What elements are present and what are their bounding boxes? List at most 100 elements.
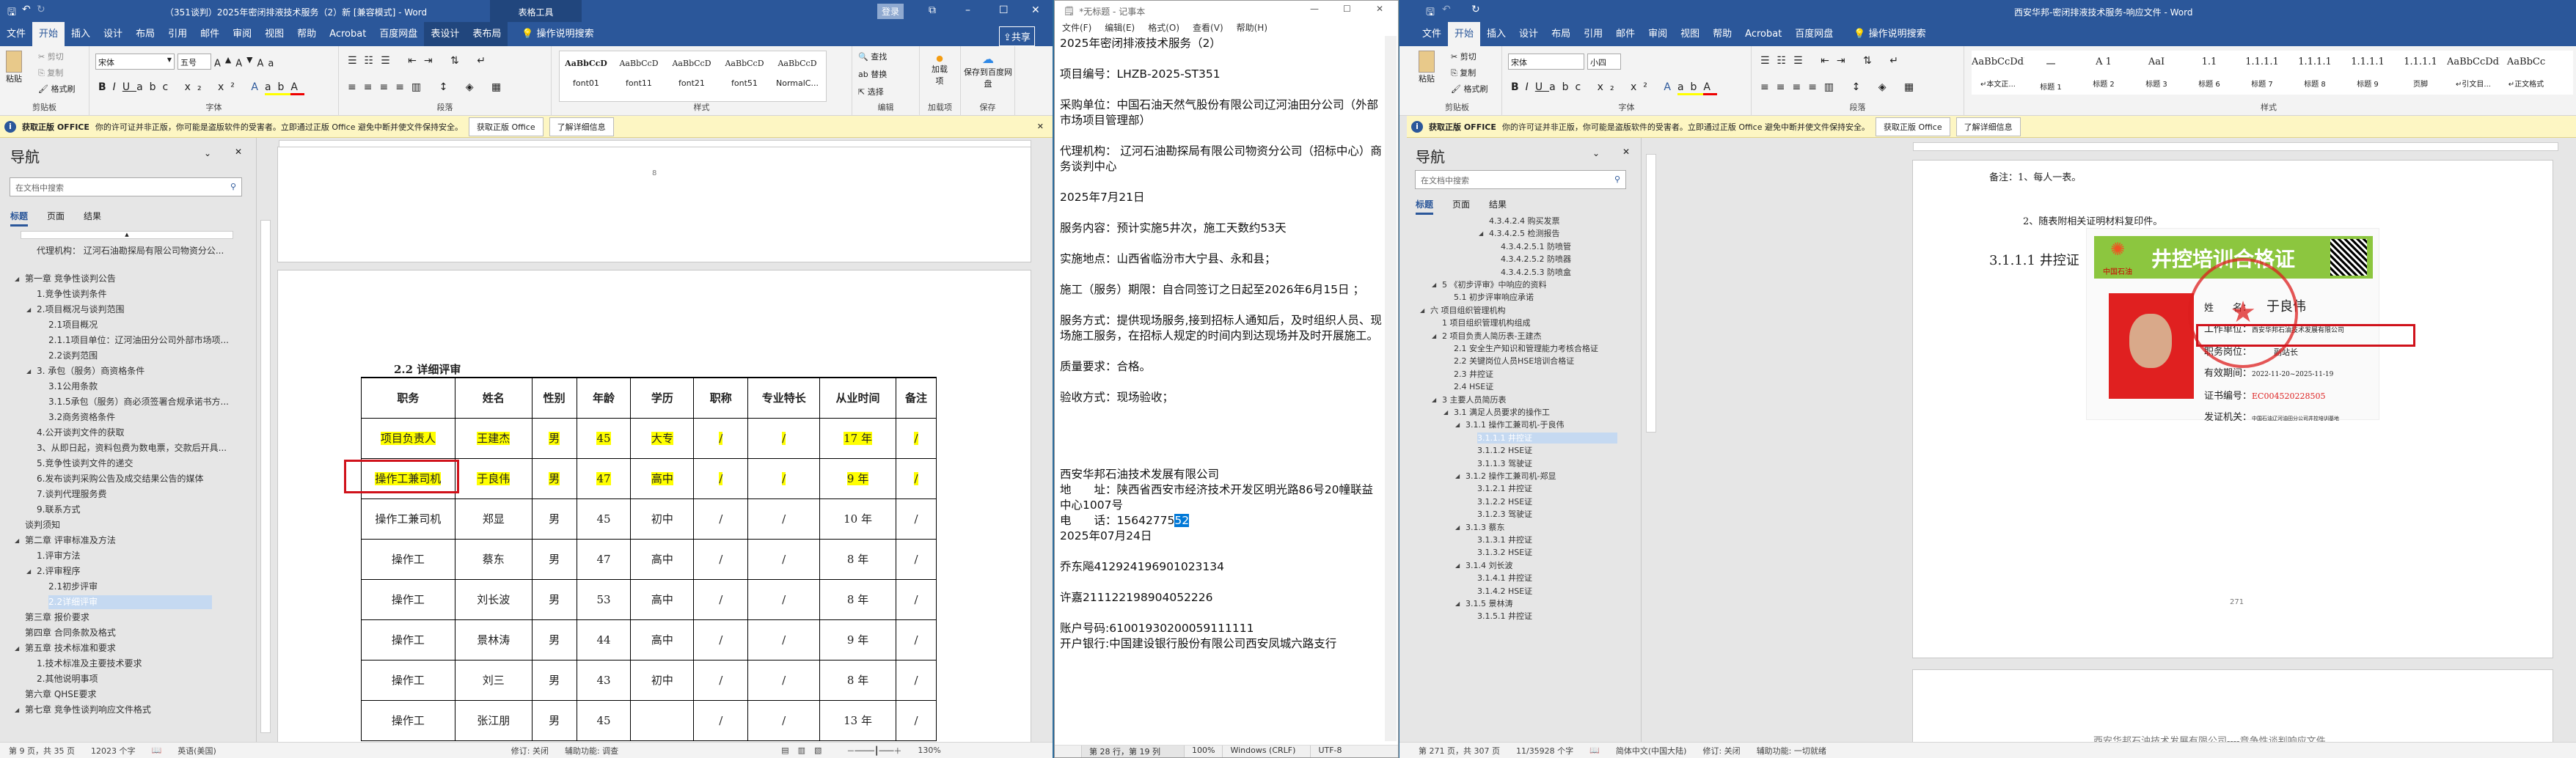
table-cell[interactable]: 操作工 xyxy=(361,659,455,701)
table-cell[interactable]: 17 年 xyxy=(819,417,896,459)
table-cell[interactable]: 9 年 xyxy=(819,619,896,661)
status-word-count[interactable]: 11/35928 个字 xyxy=(1516,745,1573,757)
table-cell[interactable]: 男 xyxy=(531,619,577,661)
nav-heading-item[interactable]: 1.评审方法 xyxy=(37,549,80,563)
nav-heading-item[interactable]: 2.1 安全生产知识和管理能力考核合格证 xyxy=(1454,343,1598,354)
get-genuine-office-button[interactable]: 获取正版 Office xyxy=(469,117,544,136)
nav-heading-item[interactable]: 2.2 关键岗位人员HSE培训合格证 xyxy=(1454,356,1574,367)
expand-triangle-icon[interactable]: ◢ xyxy=(1479,228,1483,239)
tab-13[interactable]: 表布局 xyxy=(466,22,508,46)
table-cell[interactable]: / xyxy=(747,578,821,620)
table-cell[interactable]: / xyxy=(747,457,821,499)
select-button[interactable]: ⇱ 选择 xyxy=(858,86,884,97)
expand-triangle-icon[interactable]: ◢ xyxy=(1455,522,1460,533)
nav-heading-item[interactable]: 4.公开谈判文件的获取 xyxy=(37,426,124,440)
table-cell[interactable]: / xyxy=(693,699,749,741)
nav-heading-item[interactable]: 1.竞争性谈判条件 xyxy=(37,287,106,301)
style-item-font11[interactable]: AaBbCcD font11 xyxy=(612,51,665,101)
tab-4[interactable]: 布局 xyxy=(1545,22,1577,46)
nav-search-input[interactable]: 在文档中搜索 ⚲ xyxy=(1415,170,1626,189)
zoom-slider[interactable]: －────┃───＋ xyxy=(846,745,901,757)
table-cell[interactable]: 8 年 xyxy=(819,659,896,701)
table-cell[interactable]: / xyxy=(895,417,937,459)
style-item[interactable]: 1.1.1.1 标题 7 xyxy=(2236,51,2288,95)
style-item[interactable]: A 1 标题 2 xyxy=(2077,51,2130,95)
tab-5[interactable]: 引用 xyxy=(1577,22,1609,46)
nav-heading-item[interactable]: 4.3.4.2.4 购买发票 xyxy=(1489,216,1559,227)
status-accessibility[interactable]: 辅助功能: 调查 xyxy=(565,745,618,757)
style-item-NormalC...[interactable]: AaBbCcD NormalC... xyxy=(771,51,824,101)
tab-0[interactable]: 文件 xyxy=(0,22,32,46)
share-button[interactable]: ⇪共享 xyxy=(999,26,1035,46)
nav-heading-item[interactable]: 3.1.5承包（服务）商必须签署合规承诺书方... xyxy=(48,395,229,409)
nav-heading-item[interactable]: 4.3.4.2.5.1 防喷管 xyxy=(1501,241,1571,252)
nav-heading-item[interactable]: ◢ 3.1.4 刘长波 xyxy=(1455,560,1513,571)
table-cell[interactable]: 高中 xyxy=(630,457,695,499)
table-cell[interactable]: / xyxy=(693,578,749,620)
nav-options-icon[interactable]: ⌄ xyxy=(204,148,211,158)
nav-heading-item[interactable]: ◢ 2 项目负责人简历表-王建杰 xyxy=(1432,331,1541,342)
tab-3[interactable]: 设计 xyxy=(1512,22,1545,46)
table-cell[interactable]: 53 xyxy=(576,578,632,620)
table-cell[interactable]: 男 xyxy=(531,699,577,741)
font-name-select[interactable]: 宋体 xyxy=(1508,54,1584,70)
expand-triangle-icon[interactable]: ◢ xyxy=(26,303,31,317)
table-cell[interactable]: / xyxy=(747,659,821,701)
nav-heading-item[interactable]: 6.发布谈判采购公告及成交结果公告的媒体 xyxy=(37,472,203,486)
table-cell[interactable]: 职务 xyxy=(361,377,455,419)
table-cell[interactable]: / xyxy=(747,538,821,580)
table-cell[interactable]: 从业时间 xyxy=(819,377,896,419)
nav-heading-item[interactable]: 4.3.4.2.5.3 防喷盒 xyxy=(1501,267,1571,278)
tab-9[interactable]: 帮助 xyxy=(1706,22,1738,46)
save-icon[interactable]: 🖫 xyxy=(7,4,16,22)
style-item[interactable]: AaBbCcDdI ↵本文正... xyxy=(1972,51,2024,95)
format-painter-button[interactable]: 🖌 格式刷 xyxy=(38,83,75,95)
table-cell[interactable]: 高中 xyxy=(630,538,695,580)
notepad-scrollbar[interactable] xyxy=(1385,36,1397,741)
maximize-icon[interactable]: ☐ xyxy=(999,4,1009,16)
list-buttons[interactable]: ☰☷☰ ⇤⇥ ⇅ ↵ xyxy=(348,55,493,67)
notepad-menu-0[interactable]: 文件(F) xyxy=(1062,21,1091,36)
table-cell[interactable]: 43 xyxy=(576,659,632,701)
table-cell[interactable]: 初中 xyxy=(630,498,695,540)
table-cell[interactable]: / xyxy=(693,498,749,540)
font-name-select[interactable]: 宋体 ▼ xyxy=(95,54,175,70)
table-cell[interactable]: 操作工 xyxy=(361,699,455,741)
nav-heading-item[interactable]: ◢ 5 《初步评审》中响应的资料 xyxy=(1432,279,1547,290)
status-language[interactable]: 英语(美国) xyxy=(178,745,216,757)
tab-12[interactable]: 表设计 xyxy=(424,22,466,46)
save-icon[interactable]: 🖫 xyxy=(1426,4,1435,22)
table-cell[interactable]: 8 年 xyxy=(819,578,896,620)
proofing-icon[interactable]: 📖 xyxy=(151,746,161,755)
tab-10[interactable]: Acrobat xyxy=(323,22,373,46)
copy-button[interactable]: ⎘ 复制 xyxy=(38,67,63,78)
expand-triangle-icon[interactable]: ◢ xyxy=(15,703,19,717)
nav-heading-item[interactable]: 3.1.1.1 井控证 xyxy=(1477,432,1617,444)
table-cell[interactable]: 操作工 xyxy=(361,538,455,580)
nav-heading-item[interactable]: ◢ 第一章 竞争性谈判公告 xyxy=(15,272,116,286)
style-item-font51[interactable]: AaBbCcD font51 xyxy=(718,51,771,101)
table-cell[interactable]: 专业特长 xyxy=(747,377,821,419)
table-cell[interactable]: 9 年 xyxy=(819,457,896,499)
nav-heading-item[interactable]: ◢ 3.1.1 操作工兼司机-于良伟 xyxy=(1455,419,1564,430)
table-cell[interactable]: 大专 xyxy=(630,417,695,459)
expand-triangle-icon[interactable]: ◢ xyxy=(1455,560,1460,571)
tab-11[interactable]: 百度网盘 xyxy=(1788,22,1840,46)
tab-0[interactable]: 文件 xyxy=(1416,22,1448,46)
tab-9[interactable]: 帮助 xyxy=(290,22,323,46)
expand-triangle-icon[interactable]: ◢ xyxy=(1420,305,1424,316)
ribbon-display-icon[interactable]: ⧉ xyxy=(929,4,936,16)
table-cell[interactable]: / xyxy=(693,538,749,580)
nav-scroll-up-button[interactable]: ▲ xyxy=(21,231,233,239)
nav-heading-item[interactable]: 3.1.5.1 井控证 xyxy=(1477,611,1532,622)
nav-heading-item[interactable]: 3、从即日起，资料包费为数电票，交款后开具... xyxy=(37,441,227,455)
nav-heading-item[interactable]: ◢ 3.1.5 景林涛 xyxy=(1455,598,1513,609)
nav-heading-item[interactable]: 2.3 井控证 xyxy=(1454,369,1493,380)
text-style-buttons[interactable]: BIUabc x₂ x² AabA xyxy=(98,81,304,95)
table-cell[interactable]: / xyxy=(895,498,937,540)
table-cell[interactable]: 刘长波 xyxy=(454,578,533,620)
tell-me-search[interactable]: 💡 操作说明搜索 xyxy=(1847,22,1932,46)
table-cell[interactable]: / xyxy=(895,538,937,580)
style-item[interactable]: 1.1 标题 6 xyxy=(2183,51,2236,95)
nav-heading-item[interactable]: 1 项目组织管理机构组成 xyxy=(1442,317,1531,328)
